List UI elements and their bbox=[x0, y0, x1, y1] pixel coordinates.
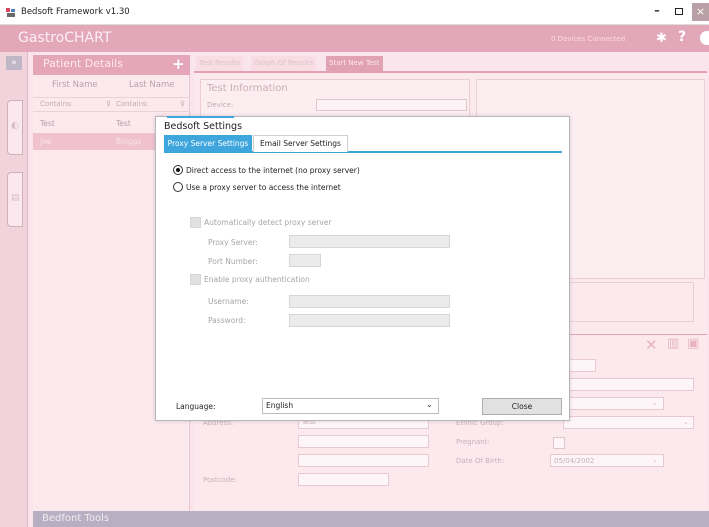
help-icon[interactable]: ? bbox=[678, 29, 686, 45]
filter-first-name[interactable]: Contains: bbox=[40, 100, 73, 108]
column-header-first-name[interactable]: First Name bbox=[52, 80, 98, 90]
use-proxy-radio[interactable] bbox=[173, 182, 183, 192]
window-title: Bedsoft Framework v1.30 bbox=[21, 7, 130, 17]
tab-graph-of-results[interactable]: Graph Of Results bbox=[251, 56, 317, 71]
direct-access-label[interactable]: Direct access to the internet (no proxy … bbox=[186, 166, 360, 175]
dob-value: 05/04/2002 bbox=[554, 457, 595, 465]
right-info-box-lower bbox=[563, 282, 694, 322]
tab-proxy-server-settings[interactable]: Proxy Server Settings bbox=[164, 135, 252, 152]
tab-email-server-settings[interactable]: Email Server Settings bbox=[253, 135, 348, 152]
proxy-server-input[interactable] bbox=[289, 235, 450, 248]
app-brand: GastroCHART bbox=[18, 30, 112, 46]
tab-test-results[interactable]: Test Results bbox=[196, 56, 244, 71]
tab-start-new-test[interactable]: Start New Test bbox=[326, 56, 383, 71]
patient-details-title: Patient Details bbox=[43, 57, 123, 70]
bottom-tools-bar bbox=[33, 511, 709, 527]
chevron-down-icon: ⌄ bbox=[426, 400, 433, 409]
postcode-label: Postcode: bbox=[203, 476, 237, 484]
minimize-button[interactable]: – bbox=[648, 3, 666, 21]
dialog-title: Bedsoft Settings bbox=[164, 121, 243, 132]
pregnant-checkbox[interactable] bbox=[553, 437, 565, 449]
address-input-3[interactable] bbox=[298, 454, 429, 467]
table-row-last[interactable]: Test bbox=[116, 119, 131, 128]
test-information-title: Test Information bbox=[207, 83, 288, 94]
add-patient-button[interactable]: + bbox=[172, 55, 185, 73]
side-tab-icon: ▤ bbox=[11, 193, 20, 203]
chevron-down-icon: ⌄ bbox=[652, 456, 658, 464]
form-input[interactable] bbox=[563, 378, 694, 391]
close-button[interactable]: Close bbox=[482, 398, 562, 415]
maximize-icon bbox=[675, 8, 683, 15]
app-logo-icon bbox=[6, 8, 15, 17]
side-tab-1[interactable]: ◐ bbox=[7, 100, 23, 155]
gear-icon[interactable]: ✱ bbox=[656, 31, 667, 46]
trash-icon[interactable]: ▥ bbox=[667, 336, 679, 351]
language-label: Language: bbox=[176, 402, 216, 411]
port-number-input[interactable] bbox=[289, 254, 321, 267]
power-icon[interactable] bbox=[700, 31, 709, 45]
language-value: English bbox=[266, 401, 294, 410]
dob-label: Date Of Birth: bbox=[456, 457, 505, 465]
use-proxy-label[interactable]: Use a proxy server to access the interne… bbox=[186, 183, 341, 192]
column-header-last-name[interactable]: Last Name bbox=[129, 80, 174, 90]
direct-access-radio[interactable] bbox=[173, 165, 183, 175]
form-select[interactable] bbox=[563, 397, 664, 410]
patient-form-divider bbox=[563, 334, 707, 335]
username-label: Username: bbox=[208, 297, 249, 306]
save-icon[interactable]: ▣ bbox=[687, 336, 699, 351]
device-select[interactable] bbox=[316, 99, 467, 111]
port-number-label: Port Number: bbox=[208, 257, 258, 266]
address-input-2[interactable] bbox=[298, 435, 429, 448]
expand-arrow-icon[interactable]: » bbox=[6, 56, 22, 70]
auto-detect-label: Automatically detect proxy server bbox=[204, 218, 332, 227]
ethnic-group-select[interactable] bbox=[563, 416, 694, 429]
postcode-input[interactable] bbox=[298, 473, 389, 486]
table-row-first[interactable]: Test bbox=[40, 119, 55, 128]
table-row-last[interactable]: Bloggs bbox=[116, 137, 141, 146]
side-tab-icon: ◐ bbox=[11, 121, 19, 131]
username-input[interactable] bbox=[289, 295, 450, 308]
chevron-down-icon: ⌄ bbox=[652, 399, 658, 407]
settings-dialog bbox=[155, 116, 570, 421]
password-input[interactable] bbox=[289, 314, 450, 327]
proxy-auth-label: Enable proxy authentication bbox=[204, 275, 310, 284]
bottom-tools-title[interactable]: Bedfont Tools bbox=[42, 513, 109, 524]
filter-last-name[interactable]: Contains: bbox=[116, 100, 149, 108]
side-tab-2[interactable]: ▤ bbox=[7, 172, 23, 227]
maximize-button[interactable] bbox=[670, 3, 688, 21]
close-window-button[interactable]: × bbox=[692, 3, 709, 21]
password-label: Password: bbox=[208, 316, 246, 325]
filter-icon[interactable]: ⊽ bbox=[106, 100, 111, 108]
filter-icon[interactable]: ⊽ bbox=[180, 100, 185, 108]
pregnant-label: Pregnant: bbox=[456, 438, 490, 446]
auto-detect-checkbox[interactable] bbox=[190, 217, 201, 228]
device-label: Device: bbox=[207, 101, 234, 109]
dialog-accent-bar bbox=[167, 116, 234, 118]
delete-icon[interactable]: ✕ bbox=[645, 336, 658, 354]
chevron-down-icon: ⌄ bbox=[683, 418, 689, 426]
proxy-server-label: Proxy Server: bbox=[208, 238, 258, 247]
table-row-first[interactable]: Joe bbox=[40, 137, 51, 146]
devices-status: 0 Devices Connected bbox=[551, 35, 626, 43]
proxy-auth-checkbox[interactable] bbox=[190, 274, 201, 285]
